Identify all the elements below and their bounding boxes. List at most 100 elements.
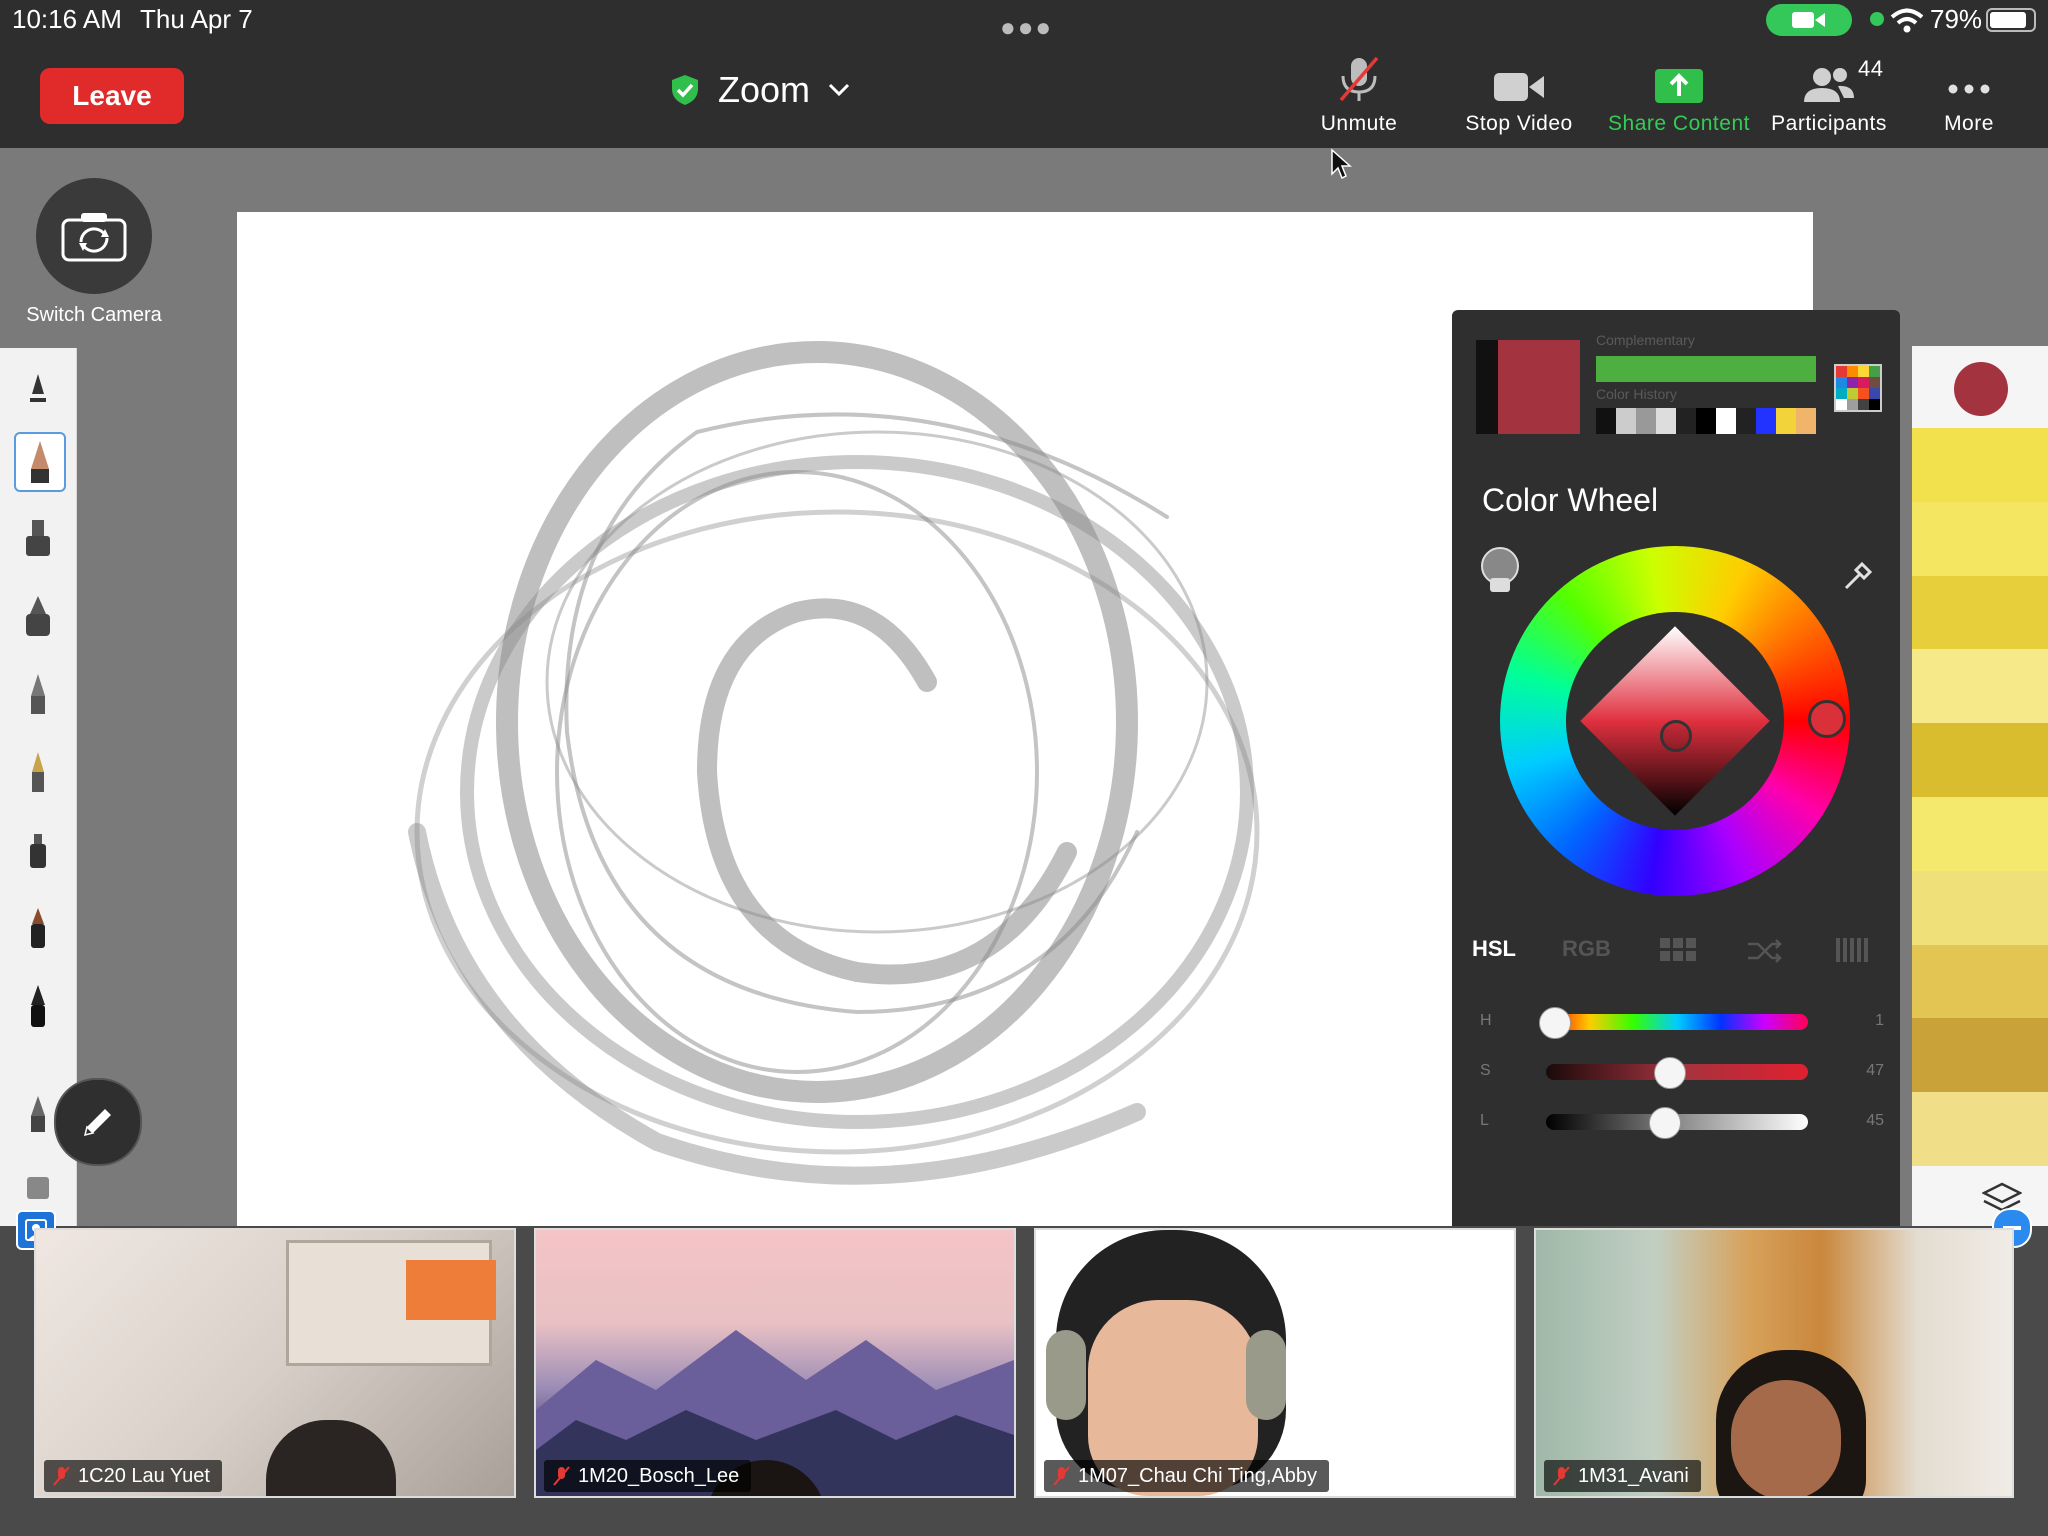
color-band[interactable] <box>1912 501 2048 576</box>
color-history-swatch[interactable] <box>1756 408 1776 434</box>
participant-name-tag: 1M07_Chau Chi Ting,Abby <box>1044 1460 1330 1492</box>
unmute-button[interactable]: Unmute <box>1284 54 1434 136</box>
color-history-row[interactable] <box>1596 408 1816 434</box>
brush-tool-9[interactable] <box>14 978 62 1034</box>
meeting-title-dropdown[interactable]: Zoom <box>670 66 850 114</box>
stop-video-label: Stop Video <box>1465 112 1573 135</box>
participant-name-tag: 1C20 Lau Yuet <box>44 1460 222 1492</box>
stop-video-button[interactable]: Stop Video <box>1444 54 1594 136</box>
participant-tile-3[interactable]: 1M07_Chau Chi Ting,Abby <box>1034 1228 1516 1498</box>
unmute-label: Unmute <box>1320 112 1398 135</box>
color-history-swatch[interactable] <box>1796 408 1816 434</box>
participants-label: Participants <box>1771 112 1887 135</box>
color-history-swatch[interactable] <box>1676 408 1696 434</box>
slider-value-h: 1 <box>1875 1012 1884 1029</box>
battery-icon <box>1986 8 2036 32</box>
transparency-fill-icon[interactable] <box>1476 546 1524 596</box>
hue-ring[interactable] <box>1500 546 1850 896</box>
eyedropper-icon[interactable] <box>1840 558 1874 592</box>
color-band[interactable] <box>1912 649 2048 724</box>
status-time: 10:16 AM <box>12 4 122 34</box>
color-band[interactable] <box>1912 796 2048 871</box>
color-band[interactable] <box>1912 870 2048 945</box>
hue-slider[interactable] <box>1546 1014 1808 1030</box>
color-band[interactable] <box>1912 1018 2048 1093</box>
brush-icon <box>30 374 46 402</box>
multitask-dots-icon[interactable]: ●●● <box>1000 12 1053 43</box>
color-history-swatch[interactable] <box>1636 408 1656 434</box>
color-band[interactable] <box>1912 1092 2048 1166</box>
slider-label-l: L <box>1480 1112 1489 1129</box>
slider-value-s: 47 <box>1866 1062 1884 1079</box>
camera-active-indicator <box>1766 4 1852 36</box>
slider-label-h: H <box>1480 1012 1492 1029</box>
lightness-slider-knob[interactable] <box>1648 1107 1681 1139</box>
participants-button[interactable]: Participants 44 <box>1754 54 1904 136</box>
color-history-swatch[interactable] <box>1616 408 1636 434</box>
privacy-dot-icon <box>1870 12 1884 26</box>
color-band[interactable] <box>1912 428 2048 502</box>
share-content-button[interactable]: Share Content <box>1604 54 1754 136</box>
swatch-grid-icon[interactable] <box>1660 938 1696 962</box>
participant-tile-2[interactable]: 1M20_Bosch_Lee <box>534 1228 1016 1498</box>
meeting-title: Zoom <box>718 69 811 110</box>
wheel-center <box>1566 612 1784 830</box>
complementary-label: Complementary <box>1596 332 1695 348</box>
saturation-slider-knob[interactable] <box>1654 1057 1687 1089</box>
brush-tool-3[interactable] <box>14 510 62 566</box>
brush-tool-5[interactable] <box>14 666 62 722</box>
brush-tool-6[interactable] <box>14 744 62 800</box>
brush-tool-8[interactable] <box>14 900 62 956</box>
color-sliders-icon[interactable] <box>1836 938 1870 962</box>
hue-slider-knob[interactable] <box>1539 1007 1571 1039</box>
more-button[interactable]: More <box>1894 54 2044 136</box>
color-history-swatch[interactable] <box>1656 408 1676 434</box>
camera-switch-icon <box>61 213 127 262</box>
current-color-swatch[interactable] <box>1476 340 1580 434</box>
top-bar: 10:16 AM Thu Apr 7 ●●● 79% Leave Zoom Un… <box>0 0 2048 148</box>
participant-tile-1[interactable]: 1C20 Lau Yuet <box>34 1228 516 1498</box>
participant-name: 1M31_Avani <box>1578 1464 1689 1487</box>
color-palette-icon[interactable] <box>1834 364 1882 412</box>
brush-tool-7[interactable] <box>14 822 62 878</box>
hue-picker-handle[interactable] <box>1808 700 1846 738</box>
participant-name-tag: 1M20_Bosch_Lee <box>544 1460 752 1492</box>
color-band[interactable] <box>1912 575 2048 650</box>
pencil-edit-icon <box>83 1109 111 1137</box>
slider-label-s: S <box>1480 1062 1491 1079</box>
brush-tool-pencil-selected[interactable] <box>14 432 66 492</box>
color-history-swatch[interactable] <box>1696 408 1716 434</box>
wifi-icon <box>1890 8 1924 33</box>
shuffle-icon[interactable] <box>1746 936 1784 964</box>
pen-icon <box>31 674 45 714</box>
color-history-swatch[interactable] <box>1736 408 1756 434</box>
brush-tool-4[interactable] <box>14 588 62 644</box>
switch-camera-button[interactable] <box>36 178 152 294</box>
mode-tab-hsl[interactable]: HSL <box>1472 936 1516 962</box>
participant-tile-4[interactable]: 1M31_Avani <box>1534 1228 2014 1498</box>
complementary-color-swatch[interactable] <box>1596 356 1816 382</box>
edit-pencil-button[interactable] <box>54 1078 142 1166</box>
battery-percent: 79% <box>1930 4 1983 34</box>
shield-check-icon <box>672 75 698 105</box>
color-history-swatch[interactable] <box>1596 408 1616 434</box>
mouse-cursor-icon <box>1331 148 1352 180</box>
mode-tab-rgb[interactable]: RGB <box>1562 936 1611 962</box>
color-history-swatch[interactable] <box>1716 408 1736 434</box>
brush-tool-11[interactable] <box>14 1160 62 1216</box>
color-band[interactable] <box>1912 944 2048 1019</box>
more-label: More <box>1944 112 1994 135</box>
sl-picker-handle[interactable] <box>1660 720 1692 752</box>
microphone-muted-icon <box>1053 1466 1070 1486</box>
status-date: Thu Apr 7 <box>140 4 253 34</box>
leave-button[interactable]: Leave <box>40 68 184 124</box>
color-band-list[interactable] <box>1912 428 2048 1166</box>
video-camera-icon <box>1494 73 1544 101</box>
brush-tool-1[interactable] <box>14 362 62 418</box>
color-history-swatch[interactable] <box>1776 408 1796 434</box>
chevron-down-icon <box>828 83 850 97</box>
active-color-puck[interactable] <box>1954 362 2008 416</box>
color-band[interactable] <box>1912 723 2048 797</box>
smudge-icon <box>31 1096 45 1132</box>
microphone-muted-icon <box>1339 56 1379 102</box>
